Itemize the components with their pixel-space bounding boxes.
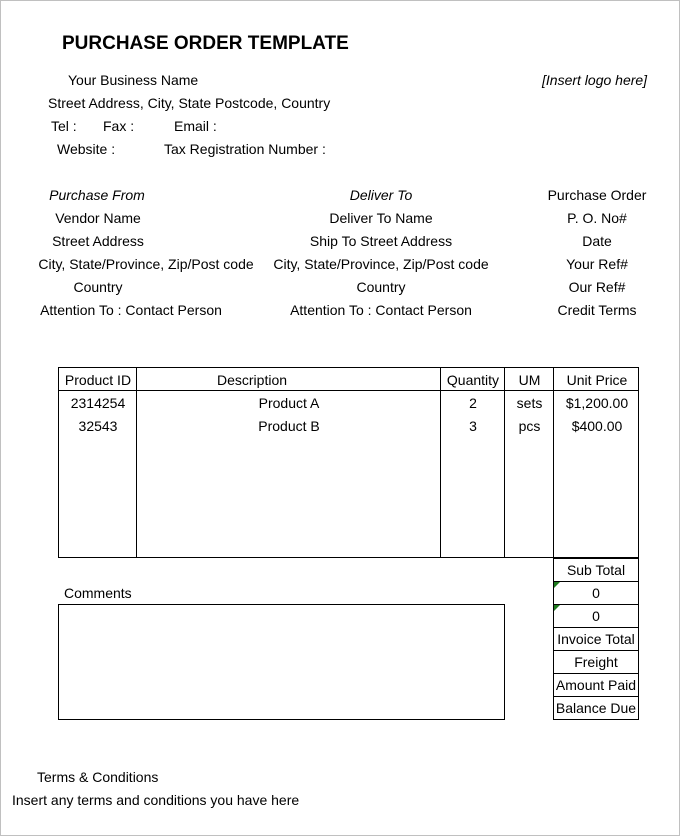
comments-label: Comments bbox=[64, 585, 132, 601]
fax-label: Fax : bbox=[103, 118, 135, 134]
website-label: Website : bbox=[57, 141, 116, 157]
balance-due-label: Balance Due bbox=[553, 696, 639, 720]
deliver-to-name: Deliver To Name bbox=[329, 210, 433, 226]
amount-paid-label: Amount Paid bbox=[553, 673, 639, 697]
tax-registration-label: Tax Registration Number : bbox=[164, 141, 326, 157]
column-header-quantity: Quantity bbox=[446, 372, 500, 388]
document-page: PURCHASE ORDER TEMPLATE Your Business Na… bbox=[0, 0, 680, 836]
items-table: Product ID Description Quantity UM Unit … bbox=[58, 367, 639, 558]
deliver-to-country: Country bbox=[356, 279, 406, 295]
business-name: Your Business Name bbox=[68, 72, 199, 88]
deliver-to-attention: Attention To : Contact Person bbox=[290, 302, 472, 318]
cell-unit-price: $400.00 bbox=[571, 418, 623, 434]
business-address: Street Address, City, State Postcode, Co… bbox=[48, 95, 331, 111]
cell-quantity: 2 bbox=[469, 395, 477, 411]
cell-product-id: 32543 bbox=[78, 418, 118, 434]
vendor-country: Country bbox=[73, 279, 123, 295]
tel-label: Tel : bbox=[51, 118, 77, 134]
terms-heading: Terms & Conditions bbox=[37, 769, 159, 785]
invoice-total-label: Invoice Total bbox=[553, 627, 639, 651]
deliver-to-city: City, State/Province, Zip/Post code bbox=[273, 256, 489, 272]
your-ref-label: Your Ref# bbox=[566, 256, 628, 272]
po-number-label: P. O. No# bbox=[567, 210, 627, 226]
vendor-street: Street Address bbox=[52, 233, 144, 249]
column-header-unit-price: Unit Price bbox=[566, 372, 628, 388]
tax-value: 0 bbox=[553, 604, 639, 628]
cell-quantity: 3 bbox=[469, 418, 477, 434]
deliver-to-heading: Deliver To bbox=[349, 187, 413, 203]
column-header-description: Description bbox=[216, 372, 288, 388]
deliver-to-street: Ship To Street Address bbox=[309, 233, 453, 249]
vendor-name: Vendor Name bbox=[55, 210, 141, 226]
cell-um: sets bbox=[516, 395, 543, 411]
logo-placeholder: [Insert logo here] bbox=[542, 72, 648, 88]
cell-description: Product B bbox=[258, 418, 320, 434]
terms-text: Insert any terms and conditions you have… bbox=[12, 792, 300, 808]
subtotal-value: 0 bbox=[553, 581, 639, 605]
subtotal-label: Sub Total bbox=[553, 558, 639, 582]
date-label: Date bbox=[582, 233, 612, 249]
purchase-from-heading: Purchase From bbox=[49, 187, 145, 203]
cell-description: Product A bbox=[258, 395, 320, 411]
page-title: PURCHASE ORDER TEMPLATE bbox=[62, 33, 349, 54]
cell-um: pcs bbox=[518, 418, 541, 434]
credit-terms-label: Credit Terms bbox=[557, 302, 637, 318]
cell-product-id: 2314254 bbox=[70, 395, 126, 411]
column-header-um: UM bbox=[518, 372, 541, 388]
email-label: Email : bbox=[174, 118, 217, 134]
cell-unit-price: $1,200.00 bbox=[565, 395, 629, 411]
column-header-product-id: Product ID bbox=[64, 372, 132, 388]
our-ref-label: Our Ref# bbox=[568, 279, 626, 295]
purchase-order-heading: Purchase Order bbox=[547, 187, 647, 203]
freight-label: Freight bbox=[553, 650, 639, 674]
comments-box[interactable] bbox=[58, 604, 505, 720]
vendor-city: City, State/Province, Zip/Post code bbox=[38, 256, 254, 272]
vendor-attention: Attention To : Contact Person bbox=[40, 302, 222, 318]
